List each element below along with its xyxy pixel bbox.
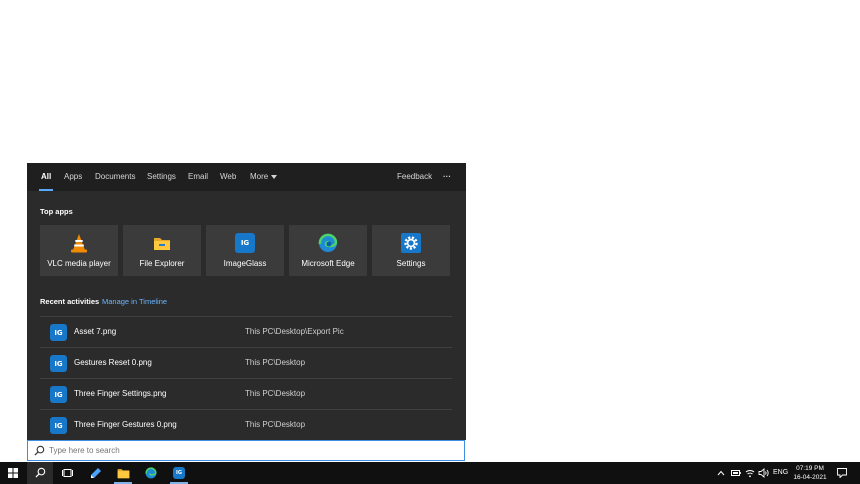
pen-app-icon bbox=[91, 468, 101, 478]
feedback-button[interactable]: Feedback bbox=[397, 163, 432, 191]
recent-item-path: This PC\Desktop\Export Pic bbox=[245, 327, 344, 336]
recent-item-path: This PC\Desktop bbox=[245, 389, 306, 398]
imageglass-icon: IG bbox=[235, 233, 255, 253]
manage-in-timeline-link[interactable]: Manage in Timeline bbox=[102, 297, 167, 306]
filter-tab-bar: All Apps Documents Settings Email Web Mo… bbox=[27, 163, 466, 191]
search-box[interactable] bbox=[27, 440, 465, 461]
search-icon bbox=[35, 467, 46, 478]
search-panel: All Apps Documents Settings Email Web Mo… bbox=[27, 163, 466, 440]
taskbar-microsoft-edge[interactable] bbox=[138, 462, 164, 484]
recent-item-name: Asset 7.png bbox=[74, 327, 117, 336]
taskbar-file-explorer[interactable] bbox=[110, 462, 136, 484]
top-app-label: ImageGlass bbox=[223, 259, 267, 268]
taskbar-search-button[interactable] bbox=[27, 462, 53, 484]
imageglass-icon: IG bbox=[173, 467, 185, 479]
recent-item-name: Three Finger Gestures 0.png bbox=[74, 420, 177, 429]
search-input[interactable] bbox=[49, 443, 449, 458]
windows-logo-icon bbox=[8, 468, 18, 478]
recent-activities-heading: Recent activities bbox=[40, 297, 100, 306]
notification-icon[interactable] bbox=[837, 468, 847, 478]
task-view-button[interactable] bbox=[54, 462, 80, 484]
top-app-settings[interactable]: Settings bbox=[372, 225, 450, 276]
edge-icon bbox=[318, 233, 338, 252]
volume-icon[interactable] bbox=[758, 468, 769, 478]
top-app-file-explorer[interactable]: File Explorer bbox=[123, 225, 201, 276]
folder-icon bbox=[154, 238, 170, 250]
taskbar-imageglass[interactable]: IG bbox=[166, 462, 192, 484]
imageglass-file-icon: IG bbox=[50, 324, 67, 341]
top-apps-heading: Top apps bbox=[40, 207, 73, 216]
top-app-label: File Explorer bbox=[139, 259, 185, 268]
recent-item[interactable]: IG Gestures Reset 0.png This PC\Desktop bbox=[40, 347, 452, 379]
tab-more[interactable]: More bbox=[250, 163, 278, 191]
recent-item-name: Gestures Reset 0.png bbox=[74, 358, 152, 367]
edge-icon bbox=[145, 467, 157, 479]
top-app-label: Settings bbox=[396, 259, 426, 268]
recent-item[interactable]: IG Three Finger Settings.png This PC\Des… bbox=[40, 378, 452, 410]
battery-icon[interactable] bbox=[731, 469, 741, 477]
language-indicator[interactable]: ENG bbox=[773, 462, 788, 484]
tab-email[interactable]: Email bbox=[188, 163, 208, 191]
tab-more-label: More bbox=[250, 172, 269, 181]
taskbar: IG ENG 07:19 PM 16-04-2021 bbox=[0, 462, 860, 484]
taskbar-app-pen[interactable] bbox=[83, 462, 109, 484]
wifi-icon[interactable] bbox=[745, 468, 755, 478]
vlc-icon bbox=[71, 234, 87, 253]
clock-time: 07:19 PM bbox=[796, 465, 824, 472]
top-app-label: VLC media player bbox=[47, 259, 111, 268]
folder-icon bbox=[117, 469, 130, 479]
gear-icon bbox=[401, 233, 421, 253]
clock[interactable]: 07:19 PM 16-04-2021 bbox=[792, 464, 828, 482]
top-app-vlc[interactable]: VLC media player bbox=[40, 225, 118, 276]
imageglass-file-icon: IG bbox=[50, 417, 67, 434]
caret-down-icon bbox=[271, 174, 278, 179]
tab-apps[interactable]: Apps bbox=[64, 163, 82, 191]
tab-web[interactable]: Web bbox=[220, 163, 236, 191]
more-options-button[interactable]: ··· bbox=[443, 163, 451, 191]
search-icon bbox=[34, 445, 45, 456]
tab-all[interactable]: All bbox=[38, 163, 54, 191]
chevron-up-icon[interactable] bbox=[717, 470, 725, 476]
imageglass-file-icon: IG bbox=[50, 355, 67, 372]
imageglass-file-icon: IG bbox=[50, 386, 67, 403]
start-button[interactable] bbox=[0, 462, 26, 484]
top-app-label: Microsoft Edge bbox=[301, 259, 355, 268]
recent-item[interactable]: IG Three Finger Gestures 0.png This PC\D… bbox=[40, 409, 452, 441]
tab-settings[interactable]: Settings bbox=[147, 163, 176, 191]
task-view-icon bbox=[62, 469, 73, 477]
recent-item-path: This PC\Desktop bbox=[245, 420, 306, 429]
top-app-imageglass[interactable]: IG ImageGlass bbox=[206, 225, 284, 276]
clock-date: 16-04-2021 bbox=[793, 474, 827, 481]
recent-item[interactable]: IG Asset 7.png This PC\Desktop\Export Pi… bbox=[40, 316, 452, 348]
recent-item-path: This PC\Desktop bbox=[245, 358, 306, 367]
tab-documents[interactable]: Documents bbox=[95, 163, 135, 191]
top-app-microsoft-edge[interactable]: Microsoft Edge bbox=[289, 225, 367, 276]
recent-item-name: Three Finger Settings.png bbox=[74, 389, 167, 398]
